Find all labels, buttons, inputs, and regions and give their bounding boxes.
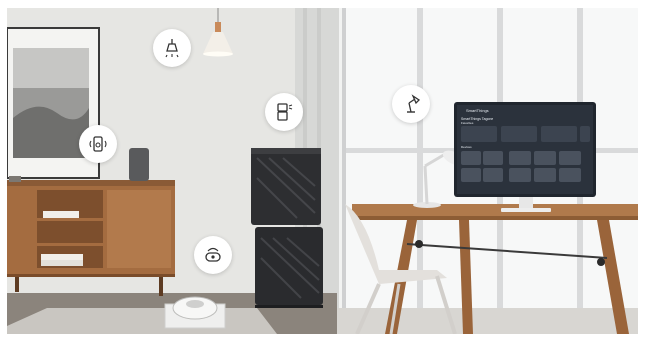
tv-devices-label: Devices <box>461 145 472 149</box>
smart-speaker <box>129 148 149 181</box>
robot-vacuum-badge <box>194 236 232 274</box>
tv-subtitle: Favorites <box>461 121 474 125</box>
air-purifier-badge <box>265 93 303 131</box>
smart-speaker-badge <box>79 125 117 163</box>
floor-right <box>337 308 638 334</box>
tv-app-brand: SmartThings <box>466 108 489 113</box>
smart-home-photo: SmartThings SmartThings Tagone Favorites… <box>7 8 638 334</box>
robot-vacuum-icon <box>205 247 221 262</box>
smart-speaker-icon <box>89 136 107 152</box>
desk-lamp-badge <box>392 85 430 123</box>
ceiling-light-badge <box>153 29 191 67</box>
ceiling-light-icon <box>165 39 179 58</box>
rug <box>7 308 277 334</box>
air-purifier <box>251 148 323 308</box>
desk-lamp-icon <box>407 94 421 113</box>
air-purifier-icon <box>277 103 293 121</box>
room-scene: SmartThings SmartThings Tagone Favorites… <box>7 8 638 334</box>
